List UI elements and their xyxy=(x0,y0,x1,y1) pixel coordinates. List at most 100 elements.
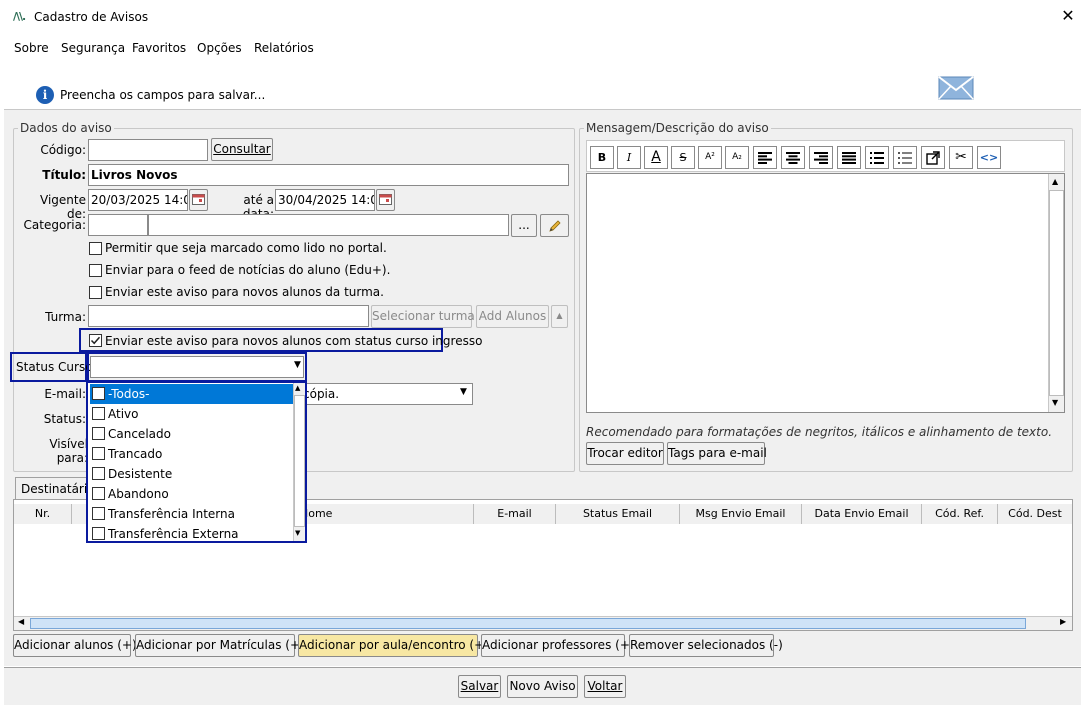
vigente-input[interactable]: 20/03/2025 14:01 xyxy=(88,189,188,211)
bullet-list-icon[interactable] xyxy=(865,146,889,169)
consultar-button[interactable]: Consultar xyxy=(211,138,273,161)
align-center-icon[interactable] xyxy=(781,146,805,169)
column-header-status-email[interactable]: Status Email xyxy=(556,504,680,524)
status-ingresso-checkbox[interactable] xyxy=(89,334,102,347)
close-icon[interactable]: ✕ xyxy=(1058,6,1078,26)
calendar-icon[interactable] xyxy=(189,189,208,211)
remover-selecionados-button[interactable]: Remover selecionados (-) xyxy=(629,634,783,657)
option-checkbox[interactable] xyxy=(92,427,105,440)
menu-seguranca[interactable]: Segurança xyxy=(61,41,125,55)
arrow-right-icon[interactable]: ▶ xyxy=(1060,617,1066,626)
titulo-input[interactable]: Livros Novos xyxy=(88,164,569,186)
menu-favoritos[interactable]: Favoritos xyxy=(132,41,186,55)
column-header-email[interactable]: E-mail xyxy=(474,504,556,524)
app-logo-icon: /\\. xyxy=(13,10,26,23)
salvar-button[interactable]: Salvar xyxy=(458,675,501,698)
option-checkbox[interactable] xyxy=(92,527,105,540)
adicionar-aula-button[interactable]: Adicionar por aula/encontro (+) xyxy=(298,634,489,657)
dropdown-scrollbar[interactable]: ▲ ▼ xyxy=(293,383,305,541)
status-curso-select[interactable] xyxy=(90,356,304,378)
italic-button[interactable]: I xyxy=(617,146,641,169)
dropdown-option[interactable]: Transferência Interna xyxy=(90,504,293,524)
menu-relatorios[interactable]: Relatórios xyxy=(254,41,314,55)
visivel-para-label: Visível para: xyxy=(49,437,88,465)
arrow-left-icon[interactable]: ◀ xyxy=(18,617,24,626)
menu-sobre[interactable]: Sobre xyxy=(14,41,49,55)
feed-checkbox[interactable] xyxy=(89,264,102,277)
tab-destinatario[interactable]: Destinatário xyxy=(15,477,95,500)
dropdown-option[interactable]: -Todos- xyxy=(90,384,293,404)
adicionar-professores-button[interactable]: Adicionar professores (+) xyxy=(481,634,635,657)
dropdown-option[interactable]: Desistente xyxy=(90,464,293,484)
justify-icon[interactable] xyxy=(837,146,861,169)
arrow-up-icon[interactable]: ▲ xyxy=(295,384,300,392)
arrow-up-icon[interactable]: ▲ xyxy=(1052,177,1058,186)
codigo-input[interactable] xyxy=(88,139,208,161)
dropdown-option[interactable]: Cancelado xyxy=(90,424,293,444)
email-select[interactable]: cópia. xyxy=(300,383,473,405)
dropdown-option[interactable]: Trancado xyxy=(90,444,293,464)
message-editor[interactable] xyxy=(586,173,1065,413)
dropdown-option[interactable]: Abandono xyxy=(90,484,293,504)
dropdown-option[interactable]: Ativo xyxy=(90,404,293,424)
chevron-down-icon[interactable]: ▼ xyxy=(460,387,467,397)
column-header-msg-envio[interactable]: Msg Envio Email xyxy=(680,504,802,524)
editor-hint: Recomendado para formatações de negritos… xyxy=(586,425,1053,439)
ate-data-input[interactable]: 30/04/2025 14:01 xyxy=(275,189,375,211)
novo-aviso-button[interactable]: Novo Aviso xyxy=(507,675,578,698)
strikethrough-button[interactable]: S xyxy=(671,146,695,169)
categoria-search-button[interactable]: ... xyxy=(511,214,537,237)
trocar-editor-button[interactable]: Trocar editor xyxy=(586,442,664,465)
option-checkbox[interactable] xyxy=(92,467,105,480)
option-checkbox[interactable] xyxy=(92,507,105,520)
adicionar-alunos-button[interactable]: Adicionar alunos (+) xyxy=(13,634,137,657)
external-link-icon[interactable] xyxy=(921,146,945,169)
mensagem-legend: Mensagem/Descrição do aviso xyxy=(584,121,771,135)
portal-checkbox[interactable] xyxy=(89,242,102,255)
info-bar xyxy=(4,62,1081,110)
column-header-data-envio[interactable]: Data Envio Email xyxy=(802,504,922,524)
column-header-cod-dest[interactable]: Cód. Dest xyxy=(998,504,1072,524)
arrow-down-icon[interactable]: ▼ xyxy=(295,529,300,537)
numbered-list-icon[interactable] xyxy=(893,146,917,169)
column-header-nr[interactable]: Nr. xyxy=(14,504,72,524)
font-color-button[interactable]: A xyxy=(644,146,668,169)
option-checkbox[interactable] xyxy=(92,487,105,500)
subscript-button[interactable]: A₂ xyxy=(725,146,749,169)
arrow-down-icon[interactable]: ▼ xyxy=(1052,398,1058,407)
option-checkbox[interactable] xyxy=(92,447,105,460)
option-checkbox[interactable] xyxy=(92,407,105,420)
categoria-code-input[interactable] xyxy=(88,214,148,236)
pencil-icon[interactable] xyxy=(540,214,569,237)
scrollbar-thumb[interactable] xyxy=(294,395,305,527)
align-left-icon[interactable] xyxy=(753,146,777,169)
cut-icon[interactable]: ✂ xyxy=(949,146,973,169)
tags-email-button[interactable]: Tags para e-mail xyxy=(667,442,767,465)
align-right-icon[interactable] xyxy=(809,146,833,169)
calendar-icon[interactable] xyxy=(376,189,395,211)
status-ingresso-label: Enviar este aviso para novos alunos com … xyxy=(105,334,483,348)
novos-alunos-checkbox[interactable] xyxy=(89,286,102,299)
chevron-down-icon[interactable]: ▼ xyxy=(294,360,301,370)
scrollbar-thumb[interactable] xyxy=(30,618,1026,629)
selecionar-turma-button[interactable]: Selecionar turma xyxy=(371,305,475,328)
column-header-cod-ref[interactable]: Cód. Ref. xyxy=(922,504,998,524)
code-icon[interactable]: <> xyxy=(977,146,1001,169)
scrollbar-thumb[interactable] xyxy=(1049,190,1064,396)
grid-horizontal-scrollbar[interactable]: ◀ ▶ xyxy=(14,616,1072,630)
dropdown-option[interactable]: Transferência Externa xyxy=(90,524,293,544)
codigo-label: Código: xyxy=(40,143,86,157)
superscript-button[interactable]: A² xyxy=(698,146,722,169)
voltar-button[interactable]: Voltar xyxy=(584,675,626,698)
info-message: Preencha os campos para salvar... xyxy=(60,88,266,102)
bold-button[interactable]: B xyxy=(590,146,614,169)
option-checkbox[interactable] xyxy=(92,387,105,400)
editor-scrollbar[interactable]: ▲ ▼ xyxy=(1048,174,1064,412)
vigente-label: Vigente de: xyxy=(40,193,86,221)
menu-opcoes[interactable]: Opções xyxy=(197,41,242,55)
turma-input[interactable] xyxy=(88,305,369,327)
categoria-name-input[interactable] xyxy=(148,214,509,236)
add-alunos-button[interactable]: Add Alunos xyxy=(476,305,549,328)
adicionar-matriculas-button[interactable]: Adicionar por Matrículas (+) xyxy=(135,634,305,657)
arrow-up-icon[interactable]: ▲ xyxy=(551,305,568,328)
